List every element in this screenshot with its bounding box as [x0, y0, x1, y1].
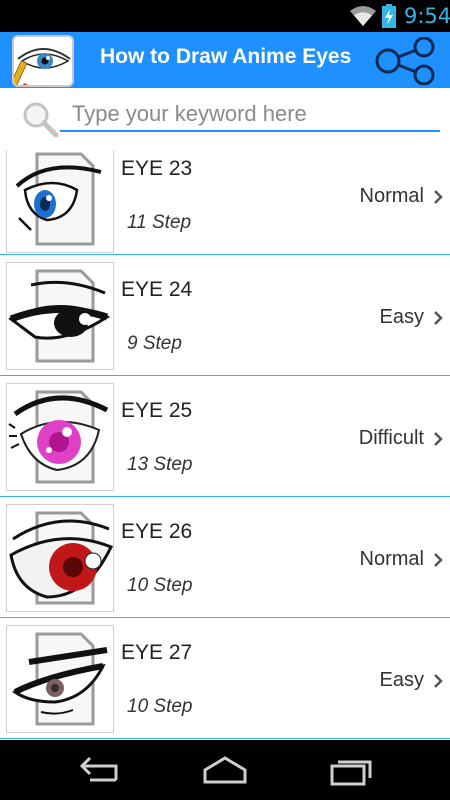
chevron-right-icon — [434, 674, 443, 688]
difficulty-label: Normal — [359, 548, 424, 570]
clock: 9:54 — [404, 4, 450, 28]
search-icon — [23, 102, 59, 138]
list-item[interactable]: EYE 26 Normal 10 Step — [0, 497, 450, 618]
item-name: EYE 23 — [121, 157, 193, 180]
difficulty-label: Difficult — [358, 427, 424, 449]
item-name: EYE 25 — [121, 399, 193, 422]
difficulty-label: Easy — [379, 306, 424, 328]
difficulty-label: Easy — [379, 669, 424, 691]
difficulty-label: Normal — [359, 185, 424, 207]
search-input[interactable] — [60, 98, 440, 132]
chevron-right-icon — [434, 311, 443, 325]
share-icon[interactable] — [372, 37, 440, 85]
eye-thumbnail — [6, 504, 114, 612]
step-count: 10 Step — [127, 696, 193, 717]
item-name: EYE 26 — [121, 520, 193, 543]
step-count: 11 Step — [127, 212, 192, 233]
list-item[interactable]: EYE 25 Difficult 13 Step — [0, 376, 450, 497]
search-row — [0, 88, 450, 150]
step-count: 13 Step — [127, 454, 193, 475]
recents-icon[interactable] — [328, 754, 376, 786]
chevron-right-icon — [434, 432, 443, 446]
back-icon[interactable] — [76, 754, 124, 786]
item-name: EYE 27 — [121, 641, 193, 664]
battery-charging-icon — [382, 4, 396, 28]
list-item[interactable]: EYE 23 Normal 11 Step — [0, 150, 450, 255]
eye-thumbnail — [6, 625, 114, 733]
app-title: How to Draw Anime Eyes — [100, 45, 352, 68]
eye-thumbnail — [6, 262, 114, 370]
wifi-icon — [350, 6, 376, 26]
chevron-right-icon — [434, 190, 443, 204]
item-name: EYE 24 — [121, 278, 193, 301]
list-item[interactable]: EYE 24 Easy 9 Step — [0, 255, 450, 376]
status-bar: 9:54 — [0, 0, 450, 32]
eye-thumbnail — [6, 150, 114, 253]
eye-thumbnail — [6, 383, 114, 491]
step-count: 10 Step — [127, 575, 193, 596]
eye-drawing-app-icon — [12, 35, 74, 87]
navigation-bar — [0, 740, 450, 800]
chevron-right-icon — [434, 553, 443, 567]
home-icon[interactable] — [201, 754, 249, 786]
step-count: 9 Step — [127, 333, 182, 354]
list-item[interactable]: EYE 27 Easy 10 Step — [0, 618, 450, 739]
eye-list: EYE 23 Normal 11 Step EYE 24 Easy 9 Step — [0, 150, 450, 740]
action-bar: How to Draw Anime Eyes — [0, 32, 450, 88]
